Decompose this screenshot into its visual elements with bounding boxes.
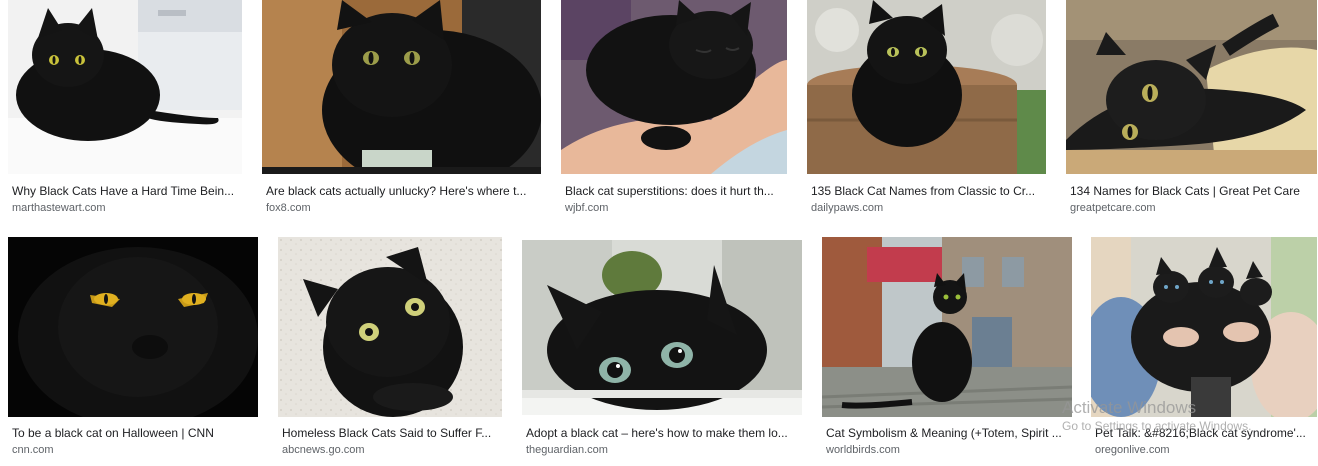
result-title[interactable]: To be a black cat on Halloween | CNN xyxy=(12,425,256,441)
image-result-card[interactable]: Adopt a black cat – here's how to make t… xyxy=(522,240,802,463)
result-title[interactable]: Pet Talk: &#8216;Black cat syndrome'... xyxy=(1095,425,1315,441)
result-source[interactable]: abcnews.go.com xyxy=(282,443,500,457)
result-source[interactable]: theguardian.com xyxy=(526,443,800,457)
image-result-card[interactable]: Homeless Black Cats Said to Suffer F... … xyxy=(278,237,502,463)
result-thumbnail[interactable] xyxy=(522,240,802,415)
result-title[interactable]: Black cat superstitions: does it hurt th… xyxy=(565,183,785,199)
result-source[interactable]: fox8.com xyxy=(266,201,539,215)
result-thumbnail[interactable] xyxy=(262,0,541,174)
result-title[interactable]: Homeless Black Cats Said to Suffer F... xyxy=(282,425,500,441)
result-thumbnail[interactable] xyxy=(807,0,1046,174)
image-result-card[interactable]: Are black cats actually unlucky? Here's … xyxy=(262,0,541,216)
result-thumbnail[interactable] xyxy=(1066,0,1317,174)
result-source[interactable]: oregonlive.com xyxy=(1095,443,1315,457)
result-thumbnail[interactable] xyxy=(1091,237,1317,417)
image-result-card[interactable]: 134 Names for Black Cats | Great Pet Car… xyxy=(1066,0,1317,216)
result-title[interactable]: Adopt a black cat – here's how to make t… xyxy=(526,425,800,441)
result-source[interactable]: worldbirds.com xyxy=(826,443,1070,457)
image-result-card[interactable]: To be a black cat on Halloween | CNN cnn… xyxy=(8,237,258,463)
result-source[interactable]: greatpetcare.com xyxy=(1070,201,1315,215)
result-title[interactable]: Why Black Cats Have a Hard Time Bein... xyxy=(12,183,240,199)
image-result-card[interactable]: Cat Symbolism & Meaning (+Totem, Spirit … xyxy=(822,237,1072,463)
result-thumbnail[interactable] xyxy=(8,0,242,174)
image-results-grid: Why Black Cats Have a Hard Time Bein... … xyxy=(0,0,1318,466)
result-source[interactable]: dailypaws.com xyxy=(811,201,1044,215)
result-title[interactable]: 135 Black Cat Names from Classic to Cr..… xyxy=(811,183,1044,199)
result-thumbnail[interactable] xyxy=(561,0,787,174)
image-result-card[interactable]: Black cat superstitions: does it hurt th… xyxy=(561,0,787,216)
result-title[interactable]: Are black cats actually unlucky? Here's … xyxy=(266,183,539,199)
image-result-card[interactable]: 135 Black Cat Names from Classic to Cr..… xyxy=(807,0,1046,216)
result-thumbnail[interactable] xyxy=(822,237,1072,417)
result-source[interactable]: cnn.com xyxy=(12,443,256,457)
image-result-card[interactable]: Why Black Cats Have a Hard Time Bein... … xyxy=(8,0,242,216)
result-source[interactable]: wjbf.com xyxy=(565,201,785,215)
image-result-card[interactable]: Pet Talk: &#8216;Black cat syndrome'... … xyxy=(1091,237,1317,463)
result-thumbnail[interactable] xyxy=(8,237,258,417)
result-title[interactable]: 134 Names for Black Cats | Great Pet Car… xyxy=(1070,183,1315,199)
result-thumbnail[interactable] xyxy=(278,237,502,417)
result-source[interactable]: marthastewart.com xyxy=(12,201,240,215)
result-title[interactable]: Cat Symbolism & Meaning (+Totem, Spirit … xyxy=(826,425,1070,441)
